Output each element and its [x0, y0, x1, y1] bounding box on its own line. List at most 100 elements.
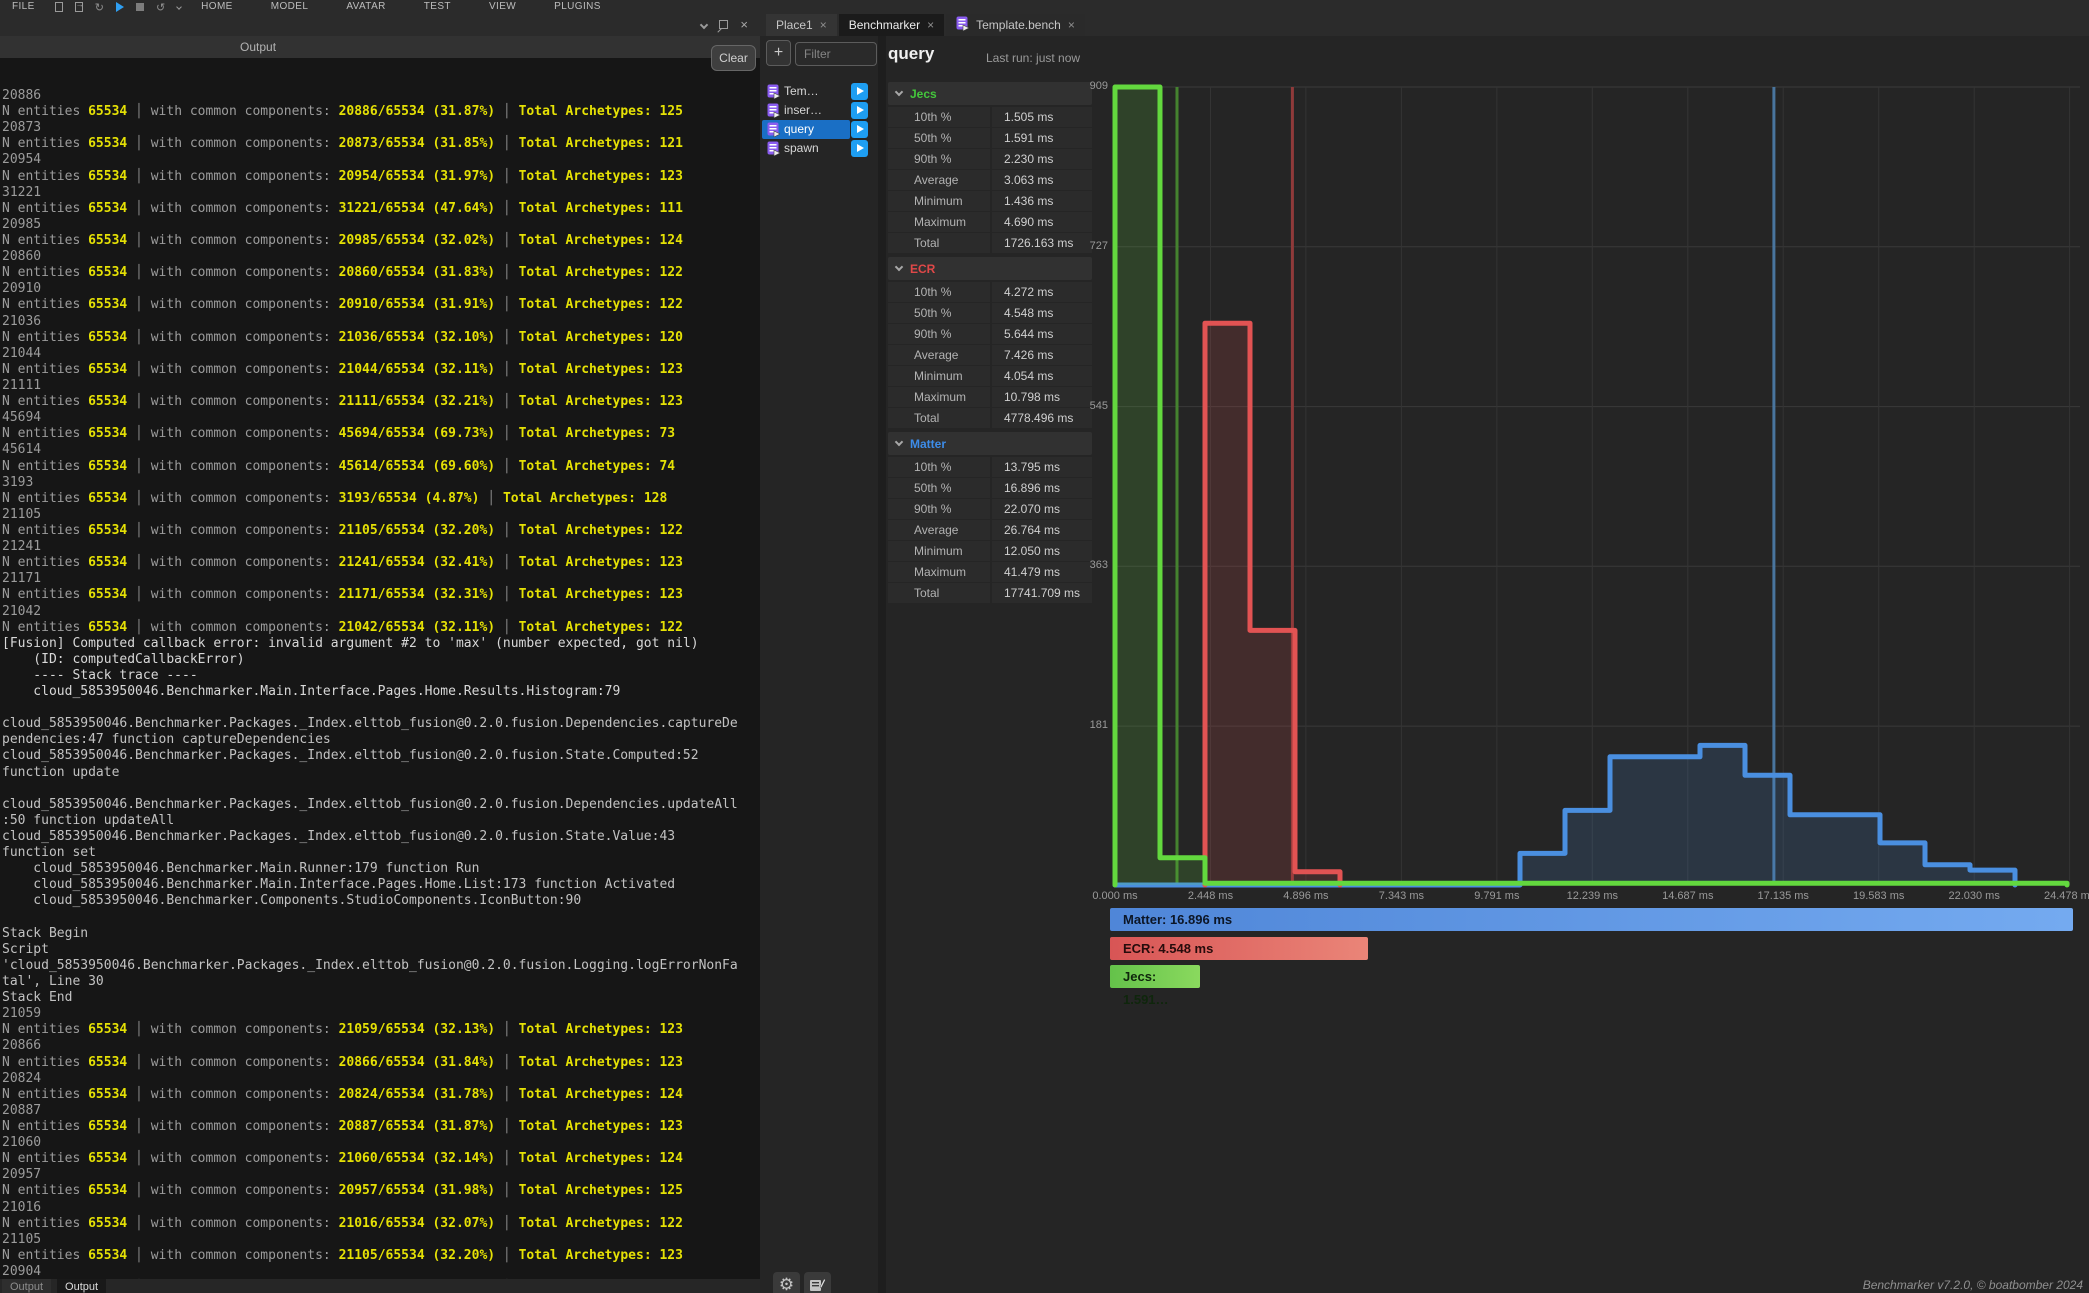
doc-tab-benchmarker[interactable]: Benchmarker× [839, 14, 944, 36]
close-tab-icon[interactable]: × [1068, 18, 1075, 32]
stats-section-header-matter[interactable]: Matter [888, 432, 1092, 455]
stat-value: 1.436 ms [992, 191, 1092, 211]
legend-ecr[interactable]: ECR: 4.548 ms [1110, 937, 1368, 960]
console-line: N entities 65534 │ with common component… [2, 1087, 760, 1103]
stat-label: Minimum [888, 366, 990, 386]
console-line: 21016 [2, 1200, 760, 1216]
console-line: cloud_5853950046.Benchmarker.Packages._I… [2, 829, 760, 845]
stats-row: 10th %4.272 ms [888, 282, 1092, 302]
run-benchmark-button[interactable] [851, 140, 868, 157]
menu-plugins[interactable]: PLUGINS [548, 0, 607, 14]
float-window-icon[interactable] [719, 20, 728, 29]
stop-icon[interactable] [136, 3, 144, 11]
play-icon[interactable] [116, 2, 124, 12]
script-icon [767, 122, 780, 137]
script-icon [767, 141, 780, 156]
stat-label: 10th % [888, 282, 990, 302]
console-line: function set [2, 845, 760, 861]
menu-model[interactable]: MODEL [265, 0, 315, 14]
section-gap [888, 604, 1092, 607]
console-line: 3193 [2, 475, 760, 491]
x-axis-tick: 12.239 ms [1547, 890, 1637, 902]
console-line: N entities 65534 │ with common component… [2, 620, 760, 636]
stat-label: Minimum [888, 541, 990, 561]
menu-file[interactable]: FILE [6, 0, 41, 14]
console-line: 45694 [2, 410, 760, 426]
clear-button[interactable]: Clear [711, 45, 756, 71]
stat-value: 4.548 ms [992, 303, 1092, 323]
filter-input[interactable]: Filter [795, 42, 877, 66]
redo-icon[interactable]: ↻ [95, 2, 104, 13]
add-benchmark-button[interactable]: + [766, 40, 791, 66]
status-tab-output[interactable]: Output [2, 1279, 51, 1293]
x-axis-tick: 4.896 ms [1261, 890, 1351, 902]
console-line: cloud_5853950046.Benchmarker.Packages._I… [2, 797, 760, 813]
console-line: cloud_5853950046.Benchmarker.Main.Interf… [2, 877, 760, 893]
console-line: [Fusion] Computed callback error: invali… [2, 636, 760, 652]
gear-icon: ⚙ [779, 1277, 794, 1293]
x-axis-tick: 17.135 ms [1738, 890, 1828, 902]
close-tab-icon[interactable]: × [927, 18, 934, 32]
close-icon[interactable]: × [740, 18, 748, 31]
menu-test[interactable]: TEST [418, 0, 457, 14]
menu-home[interactable]: HOME [195, 0, 239, 14]
close-tab-icon[interactable]: × [820, 18, 827, 32]
console-line: 21105 [2, 1232, 760, 1248]
settings-button[interactable]: ⚙ [773, 1272, 800, 1293]
benchmark-label: inser… [784, 103, 822, 117]
status-tab-output[interactable]: Output [57, 1279, 106, 1293]
stats-row: Maximum41.479 ms [888, 562, 1092, 582]
menu-view[interactable]: VIEW [483, 0, 522, 14]
x-axis-tick: 14.687 ms [1643, 890, 1733, 902]
console-line: 'cloud_5853950046.Benchmarker.Packages._… [2, 958, 760, 974]
stats-row: Total1726.163 ms [888, 233, 1092, 253]
docs-button[interactable] [804, 1272, 831, 1293]
console-line: 20954 [2, 152, 760, 168]
sidebar-item-spawn[interactable]: spawn [760, 139, 878, 158]
script-icon [956, 16, 969, 34]
menu-avatar[interactable]: AVATAR [340, 0, 391, 14]
stat-value: 17741.709 ms [992, 583, 1092, 603]
legend-matter[interactable]: Matter: 16.896 ms [1110, 908, 2073, 931]
stats-row: 10th %13.795 ms [888, 457, 1092, 477]
benchmark-title: query [888, 44, 934, 64]
histogram-chart: 9097275453631810.000 ms2.448 ms4.896 ms7… [1080, 60, 2089, 1000]
run-benchmark-button[interactable] [851, 83, 868, 100]
open-icon[interactable] [75, 2, 83, 12]
stats-row: 90th %2.230 ms [888, 149, 1092, 169]
run-benchmark-button[interactable] [851, 121, 868, 138]
script-icon [767, 103, 780, 118]
document-tab-bar: Place1×Benchmarker×Template.bench× [760, 14, 2089, 36]
stats-row: Average3.063 ms [888, 170, 1092, 190]
console-line: N entities 65534 │ with common component… [2, 265, 760, 281]
plugin-credit: Benchmarker v7.2.0, © boatbomber 2024 [1863, 1278, 2083, 1292]
stat-value: 4.272 ms [992, 282, 1092, 302]
chevron-down-icon[interactable] [700, 20, 708, 28]
console-line: pendencies:47 function captureDependenci… [2, 732, 760, 748]
sidebar-item-Tem[interactable]: Tem… [760, 82, 878, 101]
stat-label: Maximum [888, 212, 990, 232]
run-benchmark-button[interactable] [851, 102, 868, 119]
sidebar-item-inser[interactable]: inser… [760, 101, 878, 120]
doc-tab-place1[interactable]: Place1× [766, 14, 837, 36]
x-axis-tick: 2.448 ms [1165, 890, 1255, 902]
stats-section-header-jecs[interactable]: Jecs [888, 82, 1092, 105]
y-axis-tick: 909 [1080, 80, 1108, 92]
console-line: N entities 65534 │ with common component… [2, 426, 760, 442]
stat-value: 2.230 ms [992, 149, 1092, 169]
document-icon[interactable] [55, 2, 63, 12]
doc-tab-template-bench[interactable]: Template.bench× [946, 14, 1085, 36]
sidebar-item-query[interactable]: query [760, 120, 878, 139]
stat-value: 4778.496 ms [992, 408, 1092, 428]
console-line: N entities 65534 │ with common component… [2, 104, 760, 120]
console-line: 21105 [2, 507, 760, 523]
stats-section-header-ecr[interactable]: ECR [888, 257, 1092, 280]
stats-row: 50th %16.896 ms [888, 478, 1092, 498]
legend-jecs[interactable]: Jecs: 1.591… [1110, 965, 1200, 988]
output-console[interactable]: 20886N entities 65534 │ with common comp… [0, 58, 760, 1279]
console-line: (ID: computedCallbackError) [2, 652, 760, 668]
undo-icon[interactable]: ↺ [156, 2, 165, 13]
stat-label: Total [888, 583, 990, 603]
section-name: ECR [910, 262, 935, 276]
chevron-down-icon[interactable] [176, 4, 182, 10]
